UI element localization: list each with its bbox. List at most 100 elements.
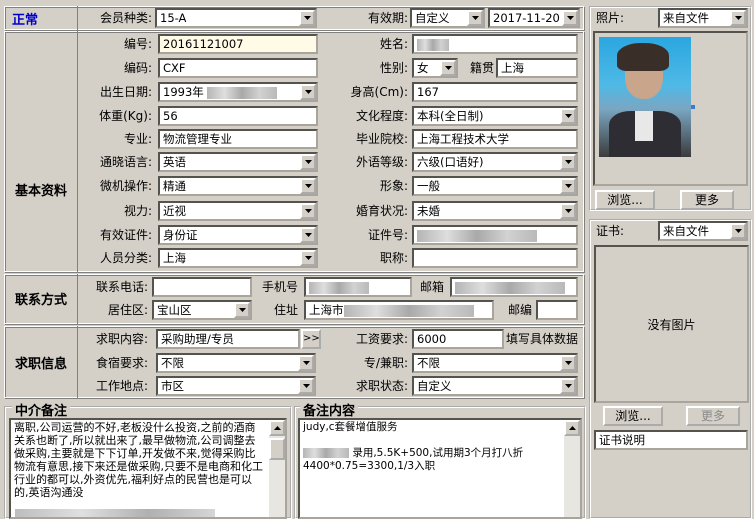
chevron-down-icon[interactable] — [299, 10, 315, 26]
photo-source-select[interactable]: 来自文件 — [658, 8, 748, 28]
chevron-down-icon[interactable] — [300, 203, 316, 219]
chevron-down-icon[interactable] — [730, 10, 746, 26]
edu-label: 文化程度: — [355, 109, 408, 123]
intent-field[interactable]: 采购助理/专员 — [156, 329, 300, 349]
email-field[interactable] — [450, 277, 578, 297]
address-label: 住址 — [273, 303, 298, 317]
note-title: 备注内容 — [300, 400, 359, 419]
zip-field[interactable] — [536, 300, 578, 320]
chevron-down-icon[interactable] — [562, 10, 578, 26]
district-select[interactable]: 宝山区 — [152, 300, 252, 320]
chevron-down-icon[interactable] — [467, 10, 483, 26]
category-select[interactable]: 上海 — [158, 248, 318, 268]
school-field[interactable]: 上海工程技术大学 — [412, 129, 578, 149]
weight-label: 体重(Kg): — [99, 109, 152, 123]
certificate-source-select[interactable]: 来自文件 — [658, 221, 748, 241]
address-field[interactable]: 上海市 — [304, 300, 494, 320]
chevron-down-icon[interactable] — [560, 378, 576, 394]
chevron-down-icon[interactable] — [234, 302, 250, 318]
photo-browse-button[interactable]: 浏览... — [595, 190, 655, 210]
birth-date-picker[interactable]: 1993年 — [158, 82, 318, 102]
chevron-down-icon[interactable] — [560, 178, 576, 194]
chevron-down-icon[interactable] — [560, 203, 576, 219]
cert-no-field[interactable] — [412, 225, 578, 245]
code-field[interactable]: CXF — [158, 58, 318, 78]
intent-label: 求职内容: — [95, 332, 148, 346]
certificate-more-button[interactable]: 更多 — [686, 406, 740, 426]
board-label: 食宿要求: — [95, 356, 148, 370]
height-field[interactable]: 167 — [412, 82, 578, 102]
vision-select[interactable]: 近视 — [158, 201, 318, 221]
vision-label: 视力: — [123, 204, 152, 218]
chevron-down-icon[interactable] — [300, 84, 316, 100]
photo-more-button[interactable]: 更多 — [680, 190, 734, 210]
chevron-down-icon[interactable] — [560, 154, 576, 170]
native-label: 籍贯 — [469, 61, 494, 75]
no-image-text: 没有图片 — [647, 317, 696, 332]
agent-note-textarea[interactable]: 离职,公司运营的不好,老板没什么投资,之前的酒商关系也断了,所以就出来了,最早做… — [9, 418, 287, 519]
scrollbar[interactable] — [269, 420, 285, 517]
chevron-down-icon[interactable] — [730, 223, 746, 239]
note-textarea[interactable]: judy,c套餐增值服务 录用,5.5K+500,试用期3个月打八折 4400*… — [298, 418, 582, 519]
chevron-down-icon[interactable] — [300, 178, 316, 194]
section-job: 求职信息 — [14, 357, 67, 372]
job-state-select[interactable]: 自定义 — [412, 376, 578, 396]
chevron-down-icon[interactable] — [298, 378, 314, 394]
birth-label: 出生日期: — [99, 85, 152, 99]
school-label: 毕业院校: — [355, 132, 408, 146]
scrollbar[interactable] — [564, 420, 580, 517]
member-type-select[interactable]: 15-A — [155, 8, 317, 28]
salary-field[interactable]: 6000 — [412, 329, 504, 349]
mobile-label: 手机号 — [261, 280, 298, 294]
native-field[interactable]: 上海 — [496, 58, 578, 78]
scroll-up-icon[interactable] — [564, 420, 580, 436]
note-line-2-row: 录用,5.5K+500,试用期3个月打八折 — [303, 447, 561, 460]
basic-divider — [77, 31, 78, 272]
mobile-field[interactable] — [304, 277, 412, 297]
zip-label: 邮编 — [507, 303, 532, 317]
validity-label: 有效期: — [367, 11, 408, 25]
id-label: 编号: — [123, 37, 152, 51]
title-field[interactable] — [412, 248, 578, 268]
weight-field[interactable]: 56 — [158, 106, 318, 126]
name-field[interactable] — [412, 34, 578, 54]
code-label: 编码: — [123, 61, 152, 75]
section-basic-info: 基本资料 — [14, 184, 67, 199]
id-field[interactable]: 20161121007 — [158, 34, 318, 54]
cert-type-label: 有效证件: — [99, 228, 152, 242]
job-state-label: 求职状态: — [355, 379, 408, 393]
validity-mode-select[interactable]: 自定义 — [410, 8, 485, 28]
chevron-down-icon[interactable] — [300, 154, 316, 170]
status-label: 正常 — [12, 13, 39, 28]
certificate-browse-button[interactable]: 浏览... — [603, 406, 663, 426]
chevron-down-icon[interactable] — [440, 60, 456, 76]
contact-divider — [77, 274, 78, 324]
chevron-down-icon[interactable] — [560, 108, 576, 124]
gender-select[interactable]: 女 — [412, 58, 458, 78]
photo-label: 照片: — [596, 11, 625, 25]
intent-more-button[interactable]: >> — [301, 329, 321, 349]
image-select[interactable]: 一般 — [412, 176, 578, 196]
certificate-desc-field[interactable]: 证书说明 — [594, 430, 748, 450]
validity-date-picker[interactable]: 2017-11-20 — [488, 8, 580, 28]
salary-hint: 填写具体数据 — [506, 332, 579, 346]
height-label: 身高(Cm): — [350, 85, 408, 99]
phone-field[interactable] — [152, 277, 252, 297]
edu-select[interactable]: 本科(全日制) — [412, 106, 578, 126]
cert-type-select[interactable]: 身份证 — [158, 225, 318, 245]
chevron-down-icon[interactable] — [298, 355, 314, 371]
chevron-down-icon[interactable] — [560, 355, 576, 371]
computer-skill-select[interactable]: 精通 — [158, 176, 318, 196]
image-label: 形象: — [379, 179, 408, 193]
marriage-select[interactable]: 未婚 — [412, 201, 578, 221]
major-field[interactable]: 物流管理专业 — [158, 129, 318, 149]
foreign-level-select[interactable]: 六级(口语好) — [412, 152, 578, 172]
parttime-select[interactable]: 不限 — [412, 353, 578, 373]
board-select[interactable]: 不限 — [156, 353, 316, 373]
chevron-down-icon[interactable] — [300, 227, 316, 243]
chevron-down-icon[interactable] — [300, 250, 316, 266]
scroll-up-icon[interactable] — [269, 420, 285, 436]
language-select[interactable]: 英语 — [158, 152, 318, 172]
scroll-thumb[interactable] — [269, 438, 285, 460]
location-select[interactable]: 市区 — [156, 376, 316, 396]
